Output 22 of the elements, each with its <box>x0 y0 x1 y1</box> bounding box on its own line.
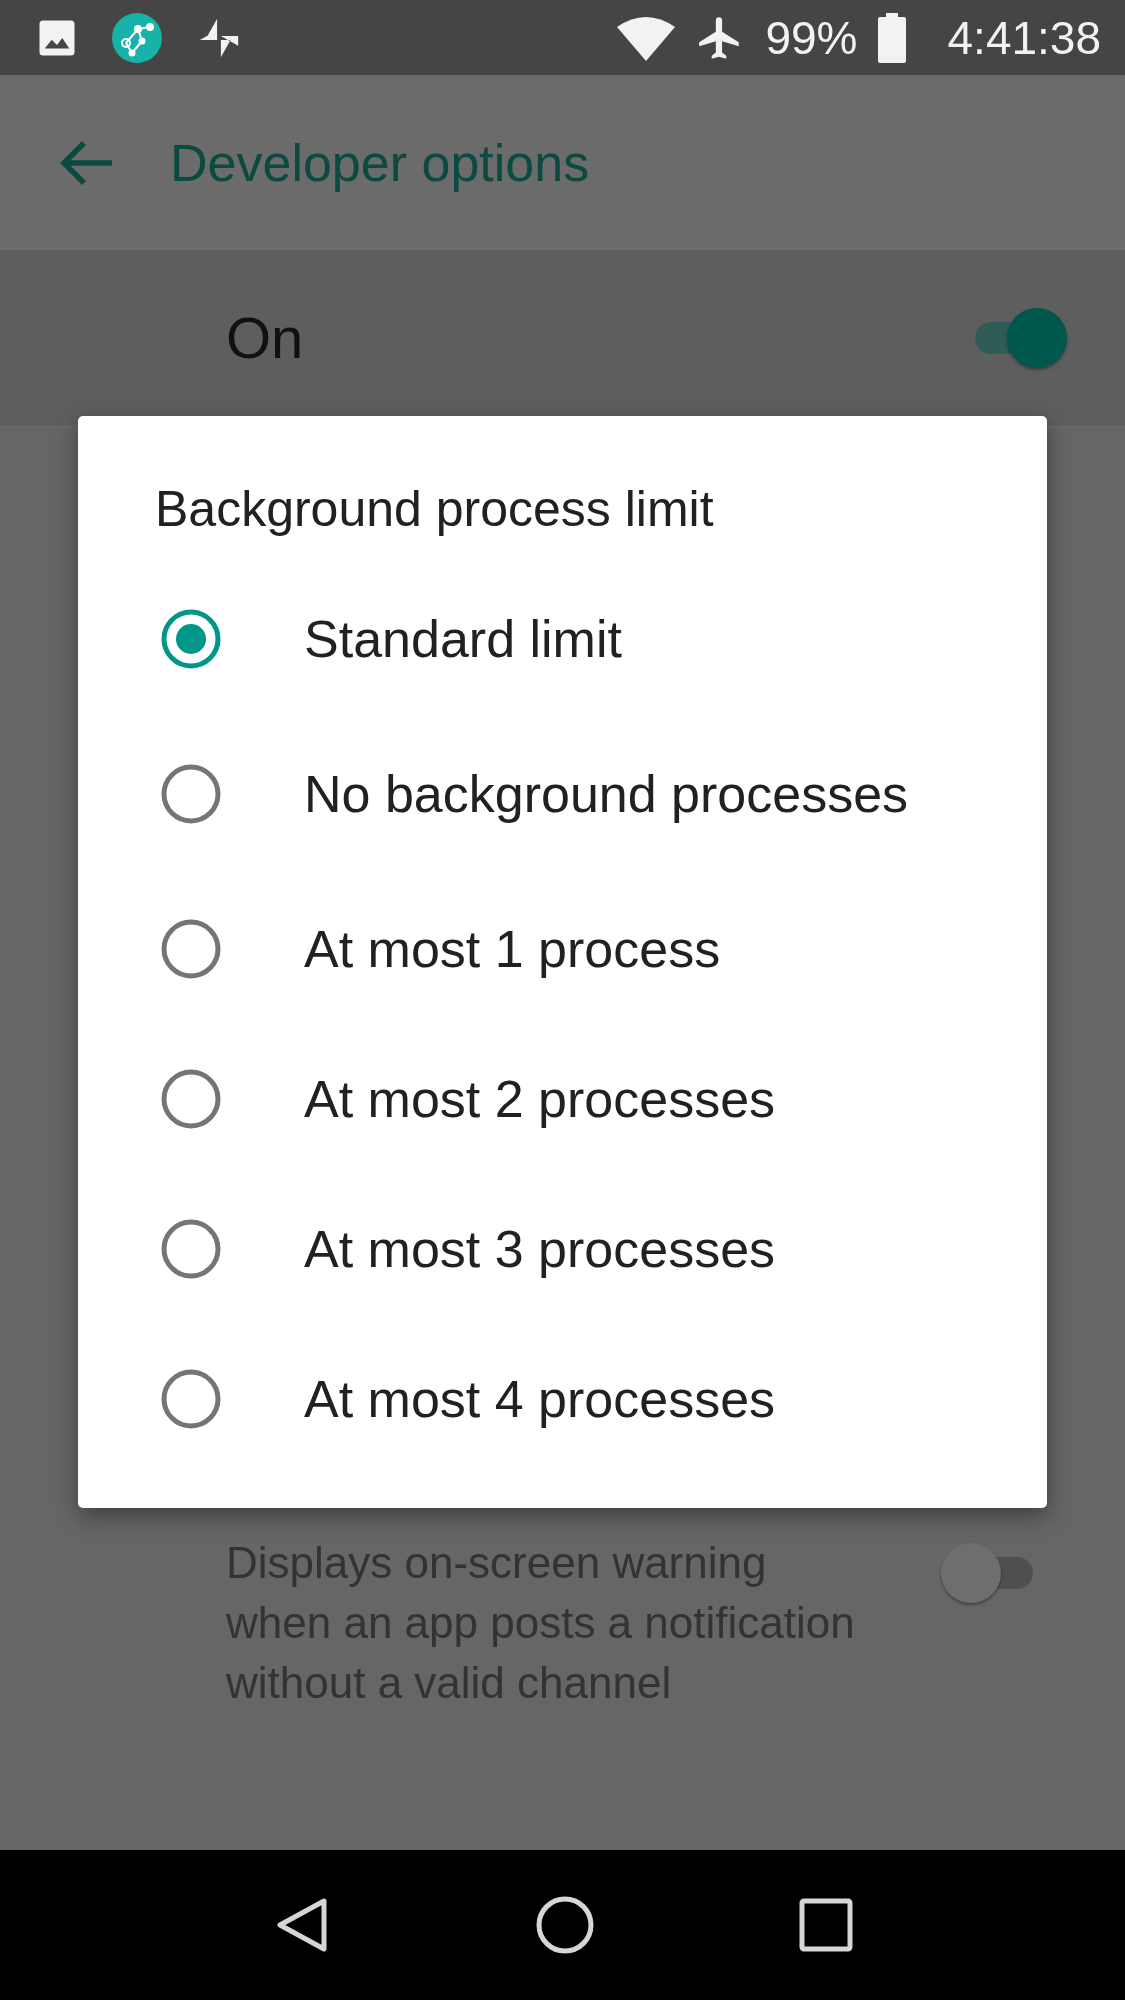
dialog-title: Background process limit <box>155 480 715 538</box>
radio-button[interactable] <box>160 1068 222 1130</box>
radio-button[interactable] <box>160 1218 222 1280</box>
option-label[interactable]: At most 1 process <box>304 918 721 980</box>
radio-button[interactable] <box>160 918 222 980</box>
radio-button[interactable] <box>160 763 222 825</box>
battery-percentage: 99% <box>765 10 858 65</box>
clock-time: 4:41:38 <box>947 10 1101 65</box>
screen-title: Developer options <box>170 132 590 193</box>
wifi-icon <box>617 14 676 61</box>
option-label[interactable]: At most 2 processes <box>304 1068 776 1130</box>
master-switch-label: On <box>226 304 305 371</box>
battery-icon <box>877 12 906 63</box>
option-label[interactable]: At most 3 processes <box>304 1218 776 1280</box>
radio-button[interactable] <box>160 608 222 670</box>
network-app-icon <box>112 12 162 63</box>
home-icon[interactable] <box>535 1895 596 1955</box>
option-label[interactable]: Standard limit <box>304 608 622 670</box>
option-label[interactable]: At most 4 processes <box>304 1368 776 1430</box>
option-label[interactable]: No background processes <box>304 763 909 825</box>
radio-button[interactable] <box>160 1368 222 1430</box>
recents-icon[interactable] <box>799 1898 854 1952</box>
